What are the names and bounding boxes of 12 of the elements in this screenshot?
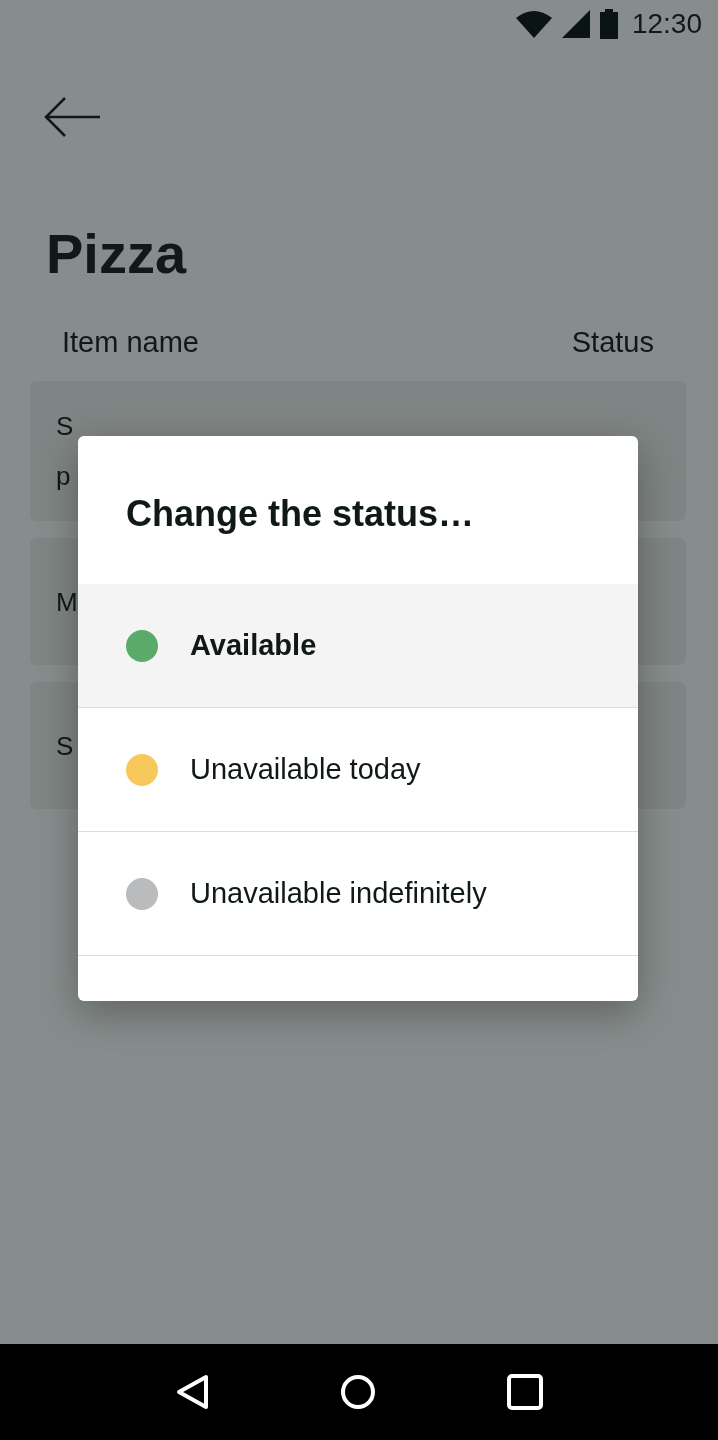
clock-time: 12:30 [631,8,702,40]
column-header: Item name [62,326,199,359]
column-header: Status [571,326,654,359]
option-label: Unavailable indefinitely [190,877,487,910]
dialog-title: Change the status… [125,492,476,536]
item-name: M [56,585,78,619]
option-label: Available [190,629,317,662]
item-name: S [56,729,74,763]
item-name: S [56,410,74,443]
option-label: Unavailable today [190,753,421,786]
item-name: p [56,460,71,493]
page-title: Pizza [46,226,187,282]
